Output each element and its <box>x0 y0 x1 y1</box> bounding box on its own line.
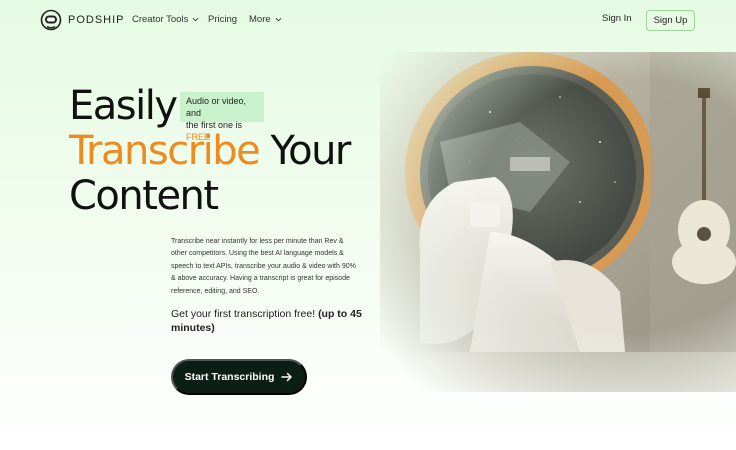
brand-name: PODSHIP <box>68 14 125 26</box>
free-transcription-note: Get your first transcription free! (up t… <box>171 307 371 335</box>
sign-in-link[interactable]: Sign In <box>602 13 632 24</box>
chevron-down-icon <box>275 17 282 22</box>
badge-line-1: Audio or video, and <box>186 96 247 118</box>
nav-pricing-label: Pricing <box>208 14 238 25</box>
headline-line-1: Easily <box>69 83 178 129</box>
headline-line-2-rest: Your <box>259 128 351 174</box>
nav-pricing[interactable]: Pricing <box>208 14 237 25</box>
brand-logo[interactable]: PODSHIP <box>40 9 125 31</box>
astronaut-helmet-icon <box>40 9 62 31</box>
hero-description: Transcribe near instantly for less per m… <box>171 238 356 295</box>
start-transcribing-label: Start Transcribing <box>184 371 275 383</box>
nav-more[interactable]: More <box>249 14 282 25</box>
spaceship-interior-image <box>380 52 736 392</box>
nav-creator-tools[interactable]: Creator Tools <box>132 14 199 25</box>
arrow-right-icon <box>281 372 293 382</box>
start-transcribing-button[interactable]: Start Transcribing <box>171 359 307 395</box>
nav-creator-tools-label: Creator Tools <box>132 14 189 25</box>
top-navigation: PODSHIP Creator Tools Pricing More Sign … <box>0 0 736 40</box>
free-note-text: Get your first transcription free! <box>171 308 319 320</box>
hero-illustration <box>380 52 736 392</box>
headline-line-3: Content <box>69 173 219 219</box>
free-badge: Audio or video, and the first one is FRE… <box>180 92 264 142</box>
headline-accent-word: Transcribe <box>69 128 261 174</box>
sign-up-button[interactable]: Sign Up <box>646 10 695 31</box>
chevron-down-icon <box>192 17 199 22</box>
headline-line-2: Transcribe Your <box>69 128 351 174</box>
nav-more-label: More <box>249 14 271 25</box>
